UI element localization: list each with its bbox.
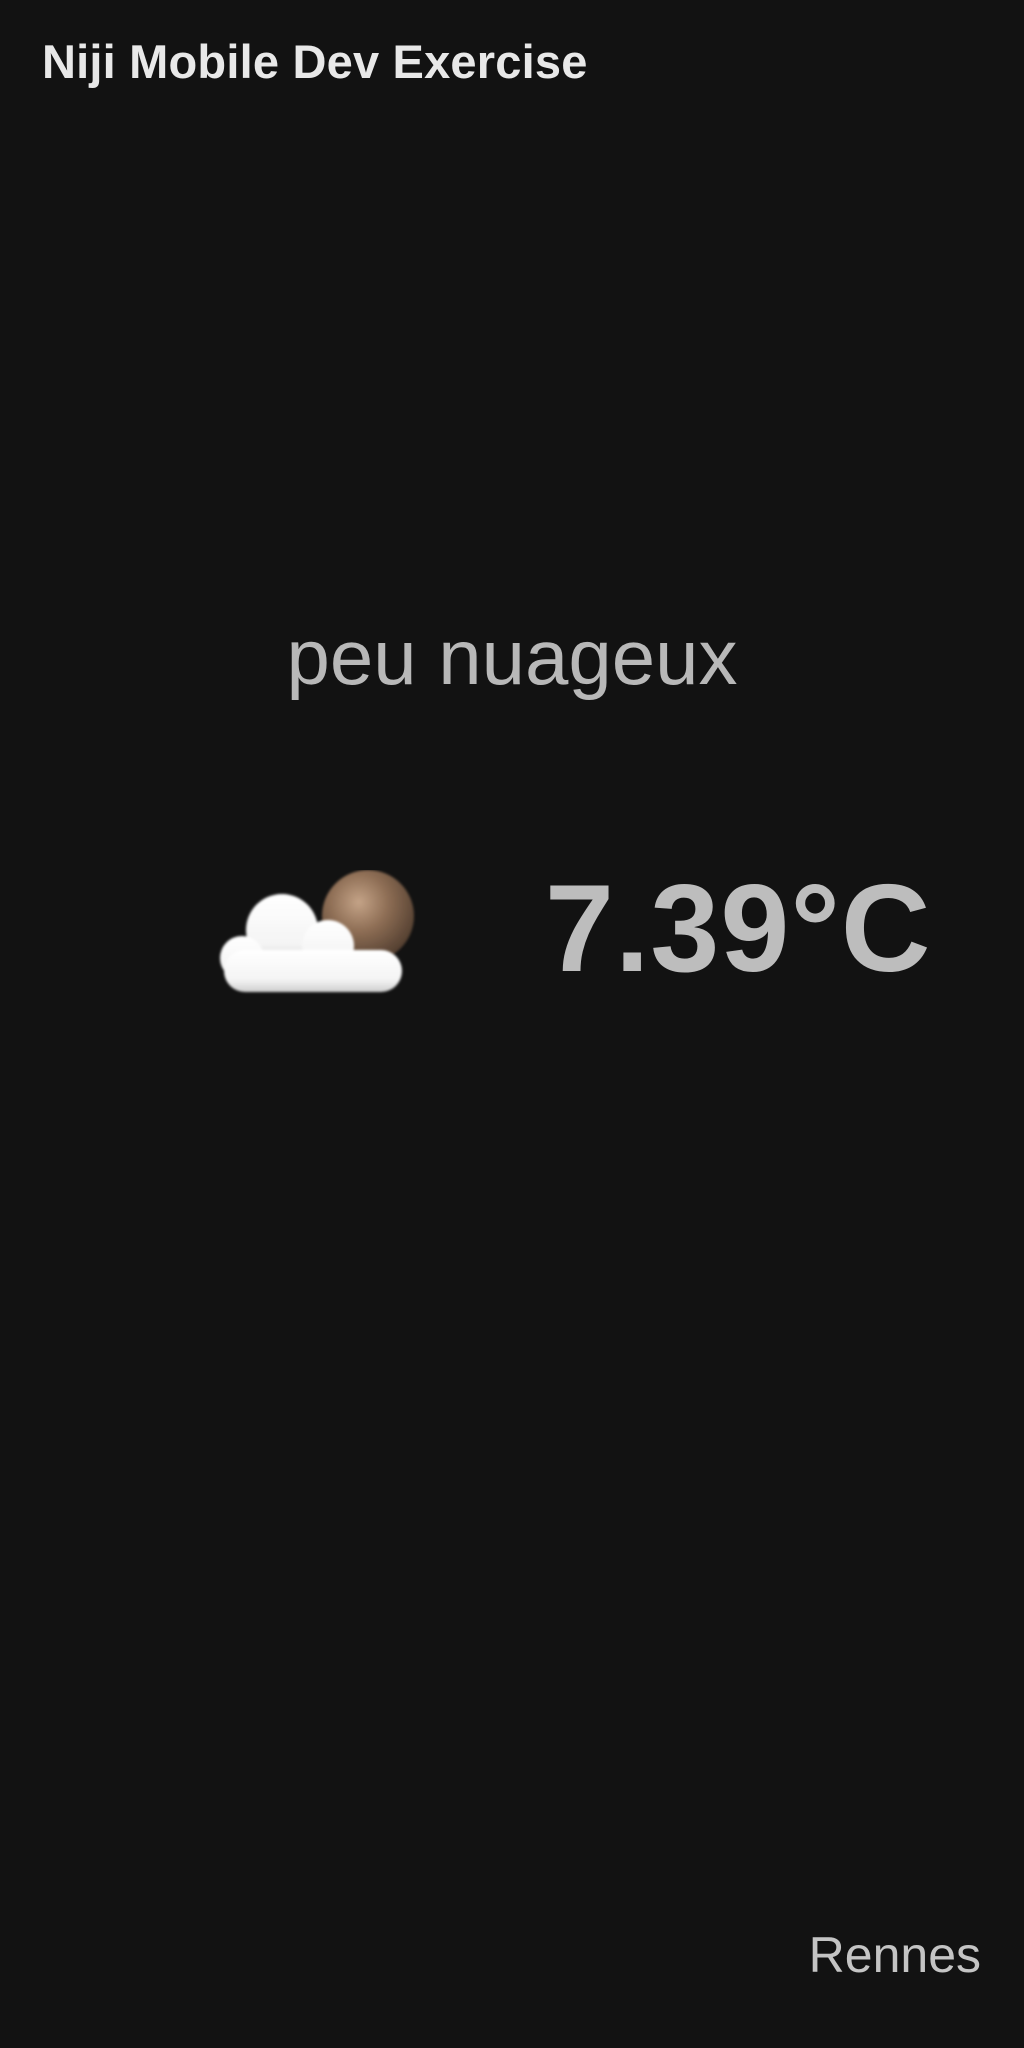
weather-summary-row: 7.39°C xyxy=(0,840,1024,1010)
weather-description: peu nuageux xyxy=(286,613,738,701)
few-clouds-icon-graphic xyxy=(220,870,414,992)
city-name: Rennes xyxy=(808,1927,981,1983)
app-title: Niji Mobile Dev Exercise xyxy=(42,35,588,88)
weather-screen: Niji Mobile Dev Exercise peu nuageux 7.3… xyxy=(0,0,1024,2048)
temperature-value: 7.39°C xyxy=(545,860,932,998)
app-bar: Niji Mobile Dev Exercise xyxy=(0,0,1024,130)
few-clouds-icon xyxy=(210,870,420,1000)
